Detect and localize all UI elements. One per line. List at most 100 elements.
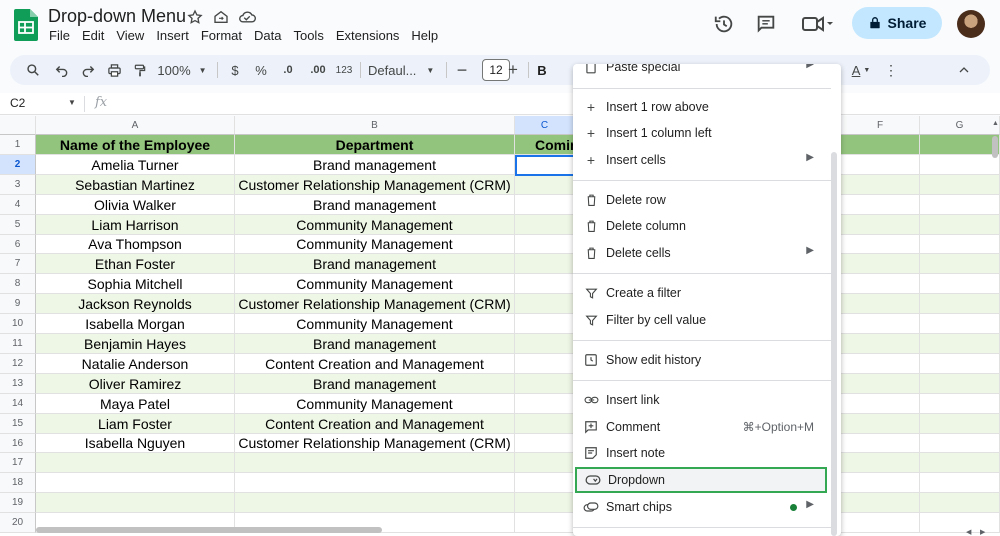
menu-tools[interactable]: Tools	[293, 28, 329, 43]
select-all-corner[interactable]	[0, 116, 36, 135]
header-cell-name[interactable]: Name of the Employee	[36, 135, 235, 155]
table-cell[interactable]	[841, 453, 920, 473]
table-cell[interactable]	[841, 473, 920, 493]
table-cell[interactable]	[515, 195, 575, 215]
row-header[interactable]: 19	[0, 493, 36, 513]
star-icon[interactable]	[186, 8, 204, 26]
row-header[interactable]: 6	[0, 235, 36, 254]
table-cell[interactable]	[920, 334, 1000, 354]
menu-item-paste-special[interactable]: Paste special ▶	[573, 64, 831, 80]
cell-employee-name[interactable]: Sebastian Martinez	[36, 175, 235, 195]
table-cell[interactable]	[920, 175, 1000, 195]
increase-decimal-button[interactable]: .00	[304, 55, 332, 85]
table-cell[interactable]	[515, 354, 575, 374]
scroll-left-icon[interactable]: ◀	[966, 528, 971, 536]
cell-department[interactable]: Brand management	[235, 155, 515, 175]
menu-item-delete-row[interactable]: Delete row	[573, 187, 831, 213]
cell-department[interactable]: Community Management	[235, 274, 515, 294]
cell-department[interactable]: Community Management	[235, 215, 515, 235]
scroll-thumb[interactable]	[992, 136, 998, 158]
scroll-up-icon[interactable]: ▲	[992, 120, 999, 127]
cell-employee-name[interactable]: Ava Thompson	[36, 235, 235, 254]
table-cell[interactable]	[235, 453, 515, 473]
row-header[interactable]: 11	[0, 334, 36, 354]
meet-icon[interactable]	[800, 12, 836, 36]
table-cell[interactable]	[515, 394, 575, 414]
cell-department[interactable]: Brand management	[235, 374, 515, 394]
cell-department[interactable]: Community Management	[235, 314, 515, 334]
table-cell[interactable]	[920, 135, 1000, 155]
cell-employee-name[interactable]: Isabella Nguyen	[36, 434, 235, 453]
more-formats-button[interactable]: 123	[332, 55, 356, 85]
row-header[interactable]: 13	[0, 374, 36, 394]
cell-department[interactable]: Customer Relationship Management (CRM)	[235, 434, 515, 453]
table-cell[interactable]	[920, 453, 1000, 473]
header-cell-department[interactable]: Department	[235, 135, 515, 155]
collapse-toolbar-icon[interactable]	[954, 55, 974, 85]
row-header[interactable]: 18	[0, 473, 36, 493]
cell-employee-name[interactable]: Oliver Ramirez	[36, 374, 235, 394]
table-cell[interactable]	[920, 414, 1000, 434]
redo-icon[interactable]	[78, 55, 98, 85]
menu-view[interactable]: View	[116, 28, 150, 43]
row-header[interactable]: 9	[0, 294, 36, 314]
table-cell[interactable]	[841, 314, 920, 334]
table-cell[interactable]	[515, 434, 575, 453]
cell-employee-name[interactable]: Isabella Morgan	[36, 314, 235, 334]
table-cell[interactable]	[515, 414, 575, 434]
table-cell[interactable]	[920, 294, 1000, 314]
document-title[interactable]: Drop-down Menu	[48, 6, 186, 27]
table-cell[interactable]	[36, 493, 235, 513]
paint-format-icon[interactable]	[130, 55, 150, 85]
row-header[interactable]: 5	[0, 215, 36, 235]
menu-item-insert-row-above[interactable]: + Insert 1 row above	[573, 94, 831, 120]
table-cell[interactable]	[841, 175, 920, 195]
table-cell[interactable]	[841, 294, 920, 314]
menu-item-show-edit-history[interactable]: Show edit history	[573, 347, 831, 373]
cell-employee-name[interactable]: Ethan Foster	[36, 254, 235, 274]
menu-help[interactable]: Help	[411, 28, 444, 43]
menu-item-insert-note[interactable]: Insert note	[573, 440, 831, 466]
table-cell[interactable]	[515, 254, 575, 274]
row-header[interactable]: 1	[0, 135, 36, 155]
table-cell[interactable]	[841, 434, 920, 453]
table-cell[interactable]	[841, 155, 920, 175]
table-cell[interactable]	[920, 513, 1000, 533]
menu-data[interactable]: Data	[254, 28, 287, 43]
share-button[interactable]: Share	[852, 7, 942, 39]
menu-item-create-filter[interactable]: Create a filter	[573, 280, 831, 306]
table-cell[interactable]	[515, 493, 575, 513]
header-cell-c[interactable]: Comin	[515, 135, 575, 155]
table-cell[interactable]	[515, 215, 575, 235]
column-header-g[interactable]: G	[920, 116, 1000, 135]
menu-item-insert-cells[interactable]: + Insert cells ▶	[573, 147, 831, 173]
cell-department[interactable]: Brand management	[235, 195, 515, 215]
cell-department[interactable]: Brand management	[235, 254, 515, 274]
table-cell[interactable]	[36, 473, 235, 493]
table-cell[interactable]	[841, 374, 920, 394]
table-cell[interactable]	[235, 493, 515, 513]
text-color-button[interactable]: A ▼	[848, 55, 874, 85]
cell-employee-name[interactable]: Benjamin Hayes	[36, 334, 235, 354]
table-cell[interactable]	[515, 235, 575, 254]
bold-button[interactable]: B	[534, 55, 550, 85]
selected-cell-c2[interactable]	[515, 155, 575, 176]
table-cell[interactable]	[920, 195, 1000, 215]
cell-department[interactable]: Content Creation and Management	[235, 354, 515, 374]
cell-employee-name[interactable]: Amelia Turner	[36, 155, 235, 175]
menu-scrollbar[interactable]	[831, 152, 837, 536]
table-cell[interactable]	[515, 175, 575, 195]
column-header-b[interactable]: B	[235, 116, 515, 135]
cell-department[interactable]: Community Management	[235, 235, 515, 254]
row-header[interactable]: 14	[0, 394, 36, 414]
name-box[interactable]: C2	[10, 96, 25, 110]
row-header[interactable]: 7	[0, 254, 36, 274]
row-header[interactable]: 3	[0, 175, 36, 195]
cell-department[interactable]: Customer Relationship Management (CRM)	[235, 294, 515, 314]
table-cell[interactable]	[841, 334, 920, 354]
currency-format-button[interactable]: $	[226, 55, 244, 85]
table-cell[interactable]	[841, 394, 920, 414]
table-cell[interactable]	[515, 294, 575, 314]
cell-employee-name[interactable]: Liam Foster	[36, 414, 235, 434]
row-header[interactable]: 2	[0, 155, 36, 175]
